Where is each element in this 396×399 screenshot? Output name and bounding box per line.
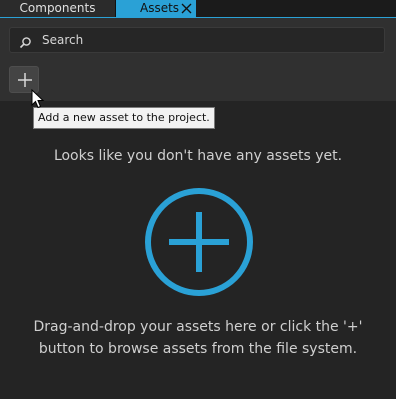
tooltip: Add a new asset to the project. <box>33 107 215 129</box>
mouse-cursor-icon <box>31 89 45 109</box>
empty-state-title: Looks like you don't have any assets yet… <box>53 148 343 164</box>
assets-toolbar: Search <box>0 18 396 101</box>
tab-assets-label: Assets <box>140 1 180 15</box>
tab-components[interactable]: Components <box>0 0 116 17</box>
empty-state-description-line1: Drag-and-drop your assets here or click … <box>33 319 363 335</box>
close-icon[interactable] <box>180 2 193 15</box>
search-placeholder: Search <box>42 33 84 47</box>
tab-bar: Components Assets <box>0 0 396 18</box>
search-input[interactable]: Search <box>9 27 385 53</box>
tab-assets[interactable]: Assets <box>116 0 196 17</box>
empty-state-description: Drag-and-drop your assets here or click … <box>0 316 396 360</box>
tab-components-label: Components <box>19 1 96 15</box>
plus-icon <box>18 73 32 87</box>
empty-state-description-line2: button to browse assets from the file sy… <box>38 341 358 357</box>
search-icon <box>19 34 32 49</box>
add-circle-icon[interactable] <box>143 186 255 298</box>
assets-panel: Components Assets Search Add a new asset… <box>0 0 396 399</box>
